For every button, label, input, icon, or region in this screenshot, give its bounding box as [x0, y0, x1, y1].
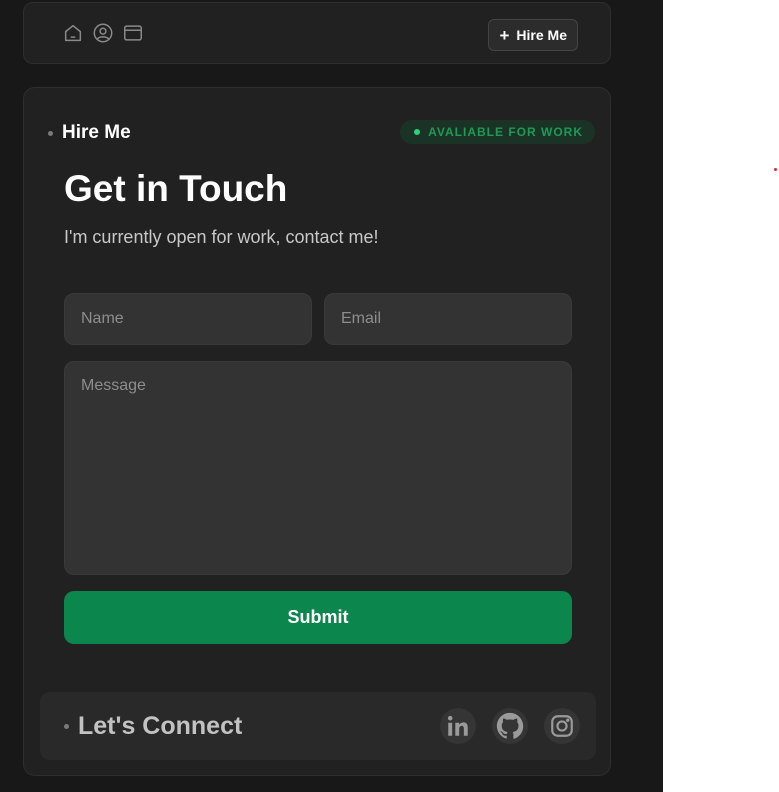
submit-button[interactable]: Submit: [64, 591, 572, 644]
user-icon[interactable]: [92, 22, 114, 44]
stray-dot: [774, 168, 777, 171]
page-subtitle: I'm currently open for work, contact me!: [64, 227, 379, 247]
nav-icon-group: [62, 22, 144, 44]
linkedin-icon[interactable]: [440, 708, 476, 744]
contact-card: Hire Me AVALIABLE FOR WORK Get in Touch …: [23, 87, 611, 776]
status-dot-icon: [414, 129, 421, 135]
hire-me-button-label: Hire Me: [516, 27, 567, 43]
home-icon[interactable]: [62, 22, 84, 44]
connect-bar: Let's Connect: [40, 692, 596, 760]
connect-title-text: Let's Connect: [78, 712, 243, 740]
section-label-text: Hire Me: [62, 122, 131, 143]
name-input[interactable]: [64, 293, 312, 345]
bullet-dot: [64, 724, 69, 729]
status-badge-text: AVALIABLE FOR WORK: [428, 125, 583, 139]
instagram-icon[interactable]: [544, 708, 580, 744]
plus-icon: +: [499, 25, 510, 45]
email-input[interactable]: [324, 293, 572, 345]
message-textarea[interactable]: [64, 361, 572, 575]
bullet-dot: [48, 130, 53, 136]
top-navbar: + Hire Me: [23, 2, 611, 64]
connect-title: Let's Connect: [64, 712, 242, 741]
github-icon[interactable]: [492, 708, 528, 744]
hire-me-button[interactable]: + Hire Me: [488, 19, 578, 51]
section-label: Hire Me: [48, 122, 131, 144]
status-badge: AVALIABLE FOR WORK: [400, 120, 595, 144]
social-links: [440, 708, 580, 744]
window-icon[interactable]: [122, 22, 144, 44]
page-title: Get in Touch: [64, 168, 288, 209]
